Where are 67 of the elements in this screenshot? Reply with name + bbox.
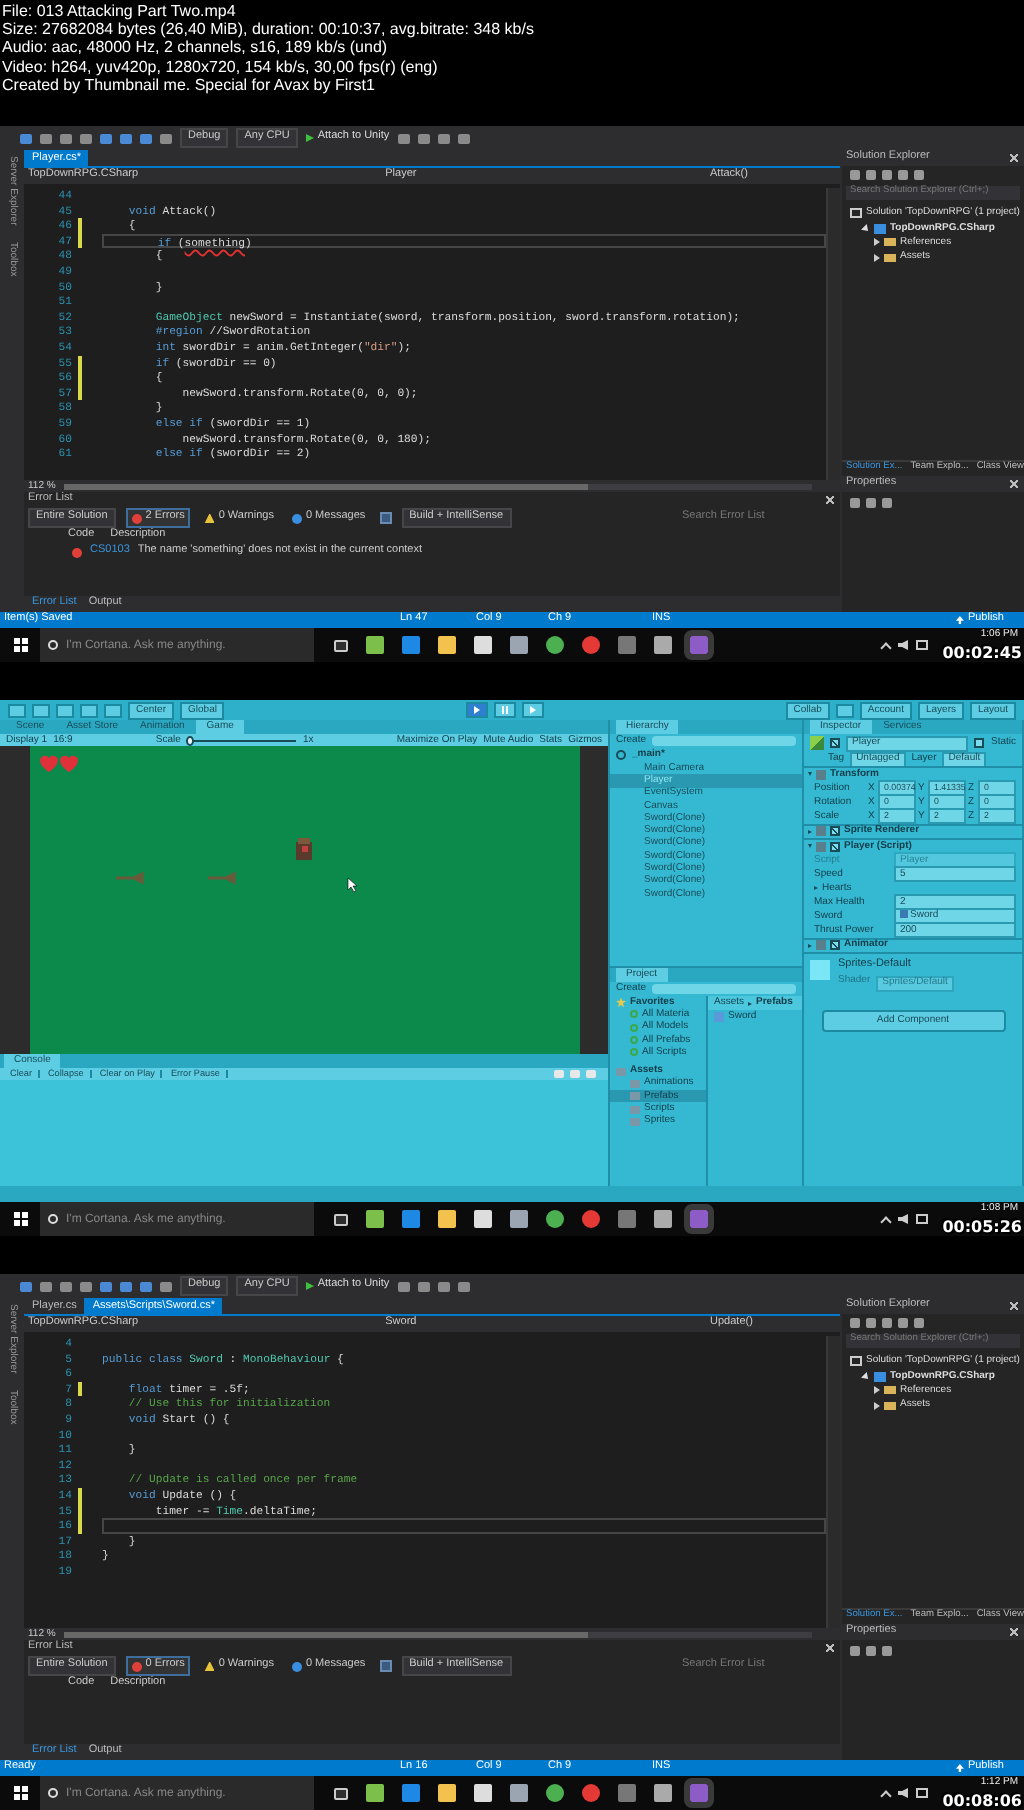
close-icon[interactable] — [1010, 480, 1018, 488]
speaker-icon[interactable] — [898, 640, 908, 650]
file-info-line: Audio: aac, 48000 Hz, 2 channels, s16, 189 kb/s (und) — [2, 38, 388, 58]
checkbox[interactable] — [830, 841, 840, 852]
up-caret-icon[interactable] — [880, 1215, 892, 1227]
cube-icon — [810, 736, 824, 750]
close-icon[interactable] — [826, 1644, 834, 1652]
error-icon — [131, 513, 142, 523]
scrollbar[interactable] — [63, 1631, 812, 1637]
checkbox[interactable] — [830, 940, 840, 951]
search-field[interactable] — [652, 736, 796, 746]
search-icon — [48, 640, 58, 650]
error-icon — [72, 547, 82, 557]
file-info-line: File: 013 Attacking Part Two.mp4 — [2, 2, 236, 21]
warning-icon — [204, 513, 215, 523]
file-info-line: Created by Thumbnail me. Special for Avax by First1 — [2, 75, 375, 95]
video-timestamp: 00:02:45 — [942, 644, 1022, 662]
info-icon — [291, 513, 302, 523]
windows-logo-icon[interactable] — [14, 638, 28, 652]
task-view-icon[interactable] — [334, 1213, 348, 1225]
network-icon[interactable] — [916, 640, 928, 650]
close-icon[interactable] — [1010, 154, 1018, 162]
mouse-cursor-icon — [347, 877, 358, 893]
project-icon — [874, 1371, 886, 1382]
character-sprite — [296, 838, 312, 860]
scrollbar[interactable] — [63, 483, 812, 489]
speaker-icon[interactable] — [898, 1788, 908, 1798]
prefab-icon — [714, 1011, 724, 1022]
play-button[interactable] — [466, 702, 489, 718]
task-view-icon[interactable] — [334, 1787, 348, 1799]
filter-icon[interactable] — [379, 512, 392, 524]
search-icon — [48, 1788, 58, 1798]
speaker-icon[interactable] — [898, 1214, 908, 1224]
checkbox[interactable] — [830, 738, 840, 748]
scrollbar[interactable] — [826, 1336, 840, 1628]
network-icon[interactable] — [916, 1214, 928, 1224]
search-icon — [48, 1214, 58, 1224]
sword-sprite — [206, 871, 236, 885]
up-caret-icon[interactable] — [880, 1789, 892, 1801]
checkbox[interactable] — [830, 826, 840, 837]
solution-icon — [850, 1356, 862, 1367]
network-icon[interactable] — [916, 1788, 928, 1798]
file-info-line: Size: 27682084 bytes (26,40 MiB), duration: 00:10:37, avg.bitrate: 348 kb/s — [2, 20, 534, 39]
warning-icon — [204, 1661, 215, 1671]
close-icon[interactable] — [826, 496, 834, 504]
scrollbar[interactable] — [826, 188, 840, 480]
filter-icon[interactable] — [379, 1660, 392, 1672]
file-info-line: Video: h264, yuv420p, 1280x720, 154 kb/s, 30,00 fps(r) (eng) — [2, 57, 438, 76]
close-icon[interactable] — [1010, 1302, 1018, 1310]
close-icon[interactable] — [1010, 1628, 1018, 1636]
pause-button[interactable] — [494, 702, 517, 718]
project-icon — [874, 223, 886, 234]
error-icon — [131, 1661, 142, 1671]
windows-logo-icon[interactable] — [14, 1786, 28, 1800]
info-icon — [291, 1661, 302, 1671]
video-timestamp: 00:05:26 — [942, 1218, 1022, 1236]
up-caret-icon[interactable] — [880, 641, 892, 653]
checkbox[interactable] — [974, 738, 985, 748]
unity-scene-icon — [616, 750, 626, 760]
search-field[interactable] — [652, 984, 796, 994]
material-swatch — [810, 960, 830, 980]
windows-logo-icon[interactable] — [14, 1212, 28, 1226]
sword-sprite — [114, 871, 144, 885]
step-button[interactable] — [522, 702, 545, 718]
task-view-icon[interactable] — [334, 639, 348, 651]
video-timestamp: 00:08:06 — [942, 1792, 1022, 1810]
solution-icon — [850, 208, 862, 219]
